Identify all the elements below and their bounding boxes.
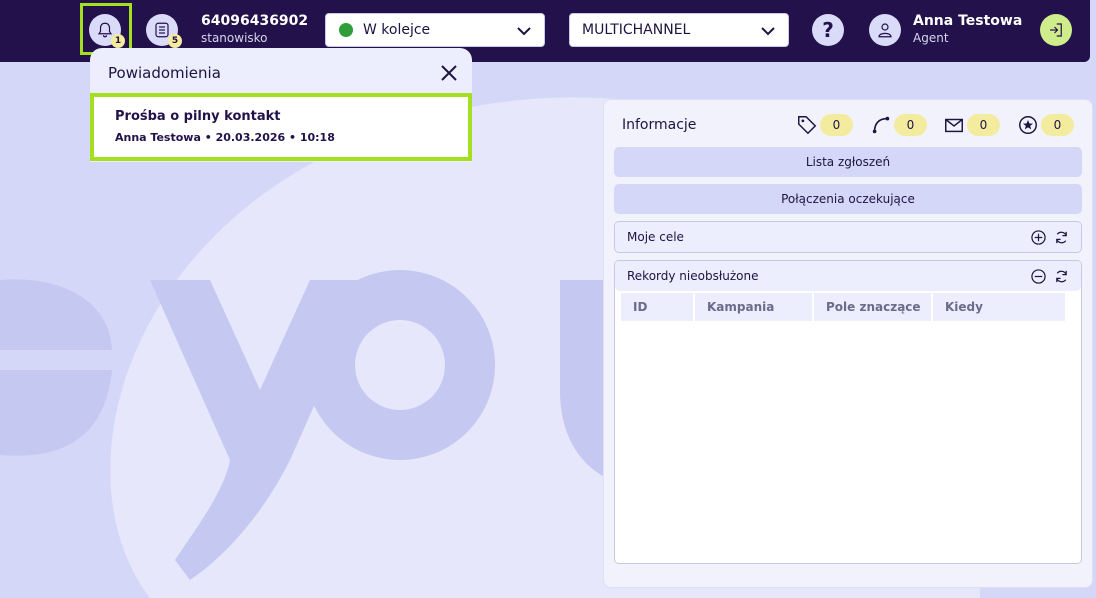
status-dropdown[interactable]: W kolejce [325, 13, 545, 47]
user-role: Agent [913, 31, 949, 45]
station-number: 64096436902 [201, 13, 309, 29]
tickets-list-button[interactable]: Lista zgłoszeń [614, 147, 1082, 177]
phone-count: 0 [894, 114, 927, 136]
user-icon [878, 23, 892, 38]
star-icon [1019, 116, 1037, 134]
notification-item[interactable]: Prośba o pilny kontakt Anna Testowa • 20… [90, 93, 472, 161]
logout-icon [1050, 23, 1062, 37]
star-count: 0 [1041, 114, 1074, 136]
user-name: Anna Testowa [913, 13, 1023, 29]
tasks-badge: 5 [168, 34, 182, 48]
column-header-significant-field[interactable]: Pole znaczące [814, 293, 931, 321]
chevron-down-icon [761, 27, 775, 36]
close-icon[interactable] [440, 64, 458, 82]
records-section-title: Rekordy nieobsłużone [627, 269, 759, 283]
mail-icon [945, 118, 963, 133]
refresh-icon[interactable] [1054, 269, 1069, 284]
mail-count: 0 [967, 114, 1000, 136]
tag-icon [798, 116, 817, 135]
column-header-when[interactable]: Kiedy [933, 293, 1065, 321]
phone-icon [872, 116, 890, 134]
tasks-button[interactable]: 5 [146, 14, 182, 48]
mail-counter[interactable]: 0 [943, 114, 1000, 136]
status-value: W kolejce [363, 22, 431, 38]
station-label: stanowisko [201, 31, 268, 45]
collapse-minus-icon[interactable] [1031, 269, 1046, 284]
tag-counter[interactable]: 0 [796, 114, 853, 136]
notification-meta: Anna Testowa • 20.03.2026 • 10:18 [115, 131, 335, 144]
refresh-icon[interactable] [1054, 230, 1069, 245]
channel-value: MULTICHANNEL [582, 22, 691, 38]
channel-dropdown[interactable]: MULTICHANNEL [569, 13, 789, 47]
goals-section-header[interactable]: Moje cele [615, 222, 1081, 252]
column-header-id[interactable]: ID [621, 293, 693, 321]
chevron-down-icon [517, 27, 531, 36]
goals-section-title: Moje cele [627, 230, 684, 244]
logout-button[interactable] [1040, 14, 1072, 46]
star-counter[interactable]: 0 [1017, 114, 1074, 136]
user-avatar[interactable] [869, 14, 901, 46]
notifications-title: Powiadomienia [108, 64, 221, 82]
status-indicator-icon [339, 23, 353, 37]
waiting-calls-button[interactable]: Połączenia oczekujące [614, 184, 1082, 214]
unhandled-records-section: Rekordy nieobsłużone ID Kampania Pole zn… [614, 260, 1082, 564]
phone-counter[interactable]: 0 [870, 114, 927, 136]
notification-title: Prośba o pilny kontakt [115, 109, 281, 124]
help-icon: ? [822, 18, 834, 42]
info-panel: Informacje 0 0 0 0 Lista zgłoszeń Połącz… [603, 99, 1093, 588]
column-header-campaign[interactable]: Kampania [695, 293, 812, 321]
expand-plus-icon[interactable] [1031, 230, 1046, 245]
help-button[interactable]: ? [812, 14, 844, 46]
records-section-header[interactable]: Rekordy nieobsłużone [615, 261, 1081, 291]
info-title: Informacje [622, 117, 697, 133]
tag-count: 0 [820, 114, 853, 136]
goals-section: Moje cele [614, 221, 1082, 253]
